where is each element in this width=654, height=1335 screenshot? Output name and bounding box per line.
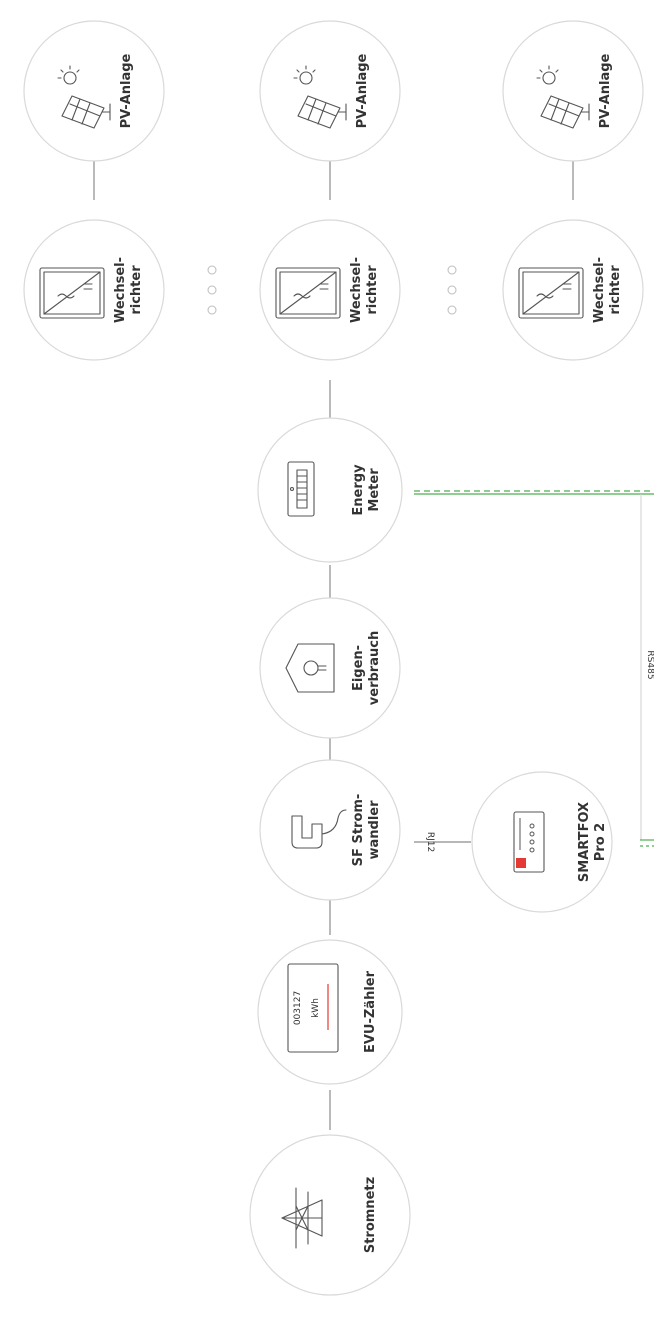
- meter-unit: kWh: [311, 998, 321, 1018]
- pv-plant-1: PV-Anlage: [23, 20, 165, 162]
- inverter-1: Wechsel- richter: [23, 219, 165, 361]
- energy-meter: Energy Meter: [257, 417, 403, 563]
- inverter-label-line1: Wechsel-: [113, 257, 128, 323]
- inverter-label-line2: richter: [365, 265, 380, 315]
- energy-meter-label-line1: Energy: [351, 464, 366, 516]
- inverter-label-line2: richter: [608, 265, 623, 315]
- self-consumption: Eigen- verbrauch: [259, 597, 401, 739]
- inverter-2: Wechsel- richter: [259, 219, 401, 361]
- pv-plant-3: PV-Anlage: [502, 20, 644, 162]
- meter-digits: 003127: [293, 991, 303, 1025]
- pv-plant-2: PV-Anlage: [259, 20, 401, 162]
- smartfox-label-line2: Pro 2: [593, 823, 608, 861]
- more-inverters-dots-left: [207, 265, 217, 315]
- pv-plant-label: PV-Anlage: [119, 53, 134, 128]
- utility-meter-label: EVU-Zähler: [363, 970, 378, 1053]
- smartfox-label-line1: SMARTFOX: [577, 802, 592, 882]
- smartfox-pro-2: SMARTFOX Pro 2: [471, 771, 613, 913]
- power-grid: Stromnetz: [249, 1134, 411, 1296]
- self-consumption-label-line1: Eigen-: [351, 645, 366, 691]
- pv-plant-label: PV-Anlage: [598, 53, 613, 128]
- rj12-label: RJ12: [425, 832, 435, 852]
- wiring-diagram: RS485 PV-Anlage PV-Anlage PV-Anlage Wech…: [0, 0, 654, 1330]
- diagram-canvas: RS485 PV-Anlage PV-Anlage PV-Anlage Wech…: [23, 20, 654, 1296]
- self-consumption-label-line2: verbrauch: [367, 631, 382, 705]
- inverter-label-line1: Wechsel-: [349, 257, 364, 323]
- utility-meter: 003127 kWh EVU-Zähler: [257, 939, 403, 1085]
- more-inverters-dots-right: [447, 265, 457, 315]
- inverter-label-line1: Wechsel-: [592, 257, 607, 323]
- rs485-label: RS485: [645, 650, 654, 679]
- pv-plant-label: PV-Anlage: [355, 53, 370, 128]
- inverter-label-line2: richter: [129, 265, 144, 315]
- current-transformer: SF Strom- wandler: [259, 759, 401, 901]
- current-transformer-label-line2: wandler: [367, 800, 382, 860]
- current-transformer-label-line1: SF Strom-: [351, 794, 366, 867]
- energy-meter-label-line2: Meter: [367, 468, 382, 512]
- inverter-3: Wechsel- richter: [502, 219, 644, 361]
- power-grid-label: Stromnetz: [363, 1177, 378, 1253]
